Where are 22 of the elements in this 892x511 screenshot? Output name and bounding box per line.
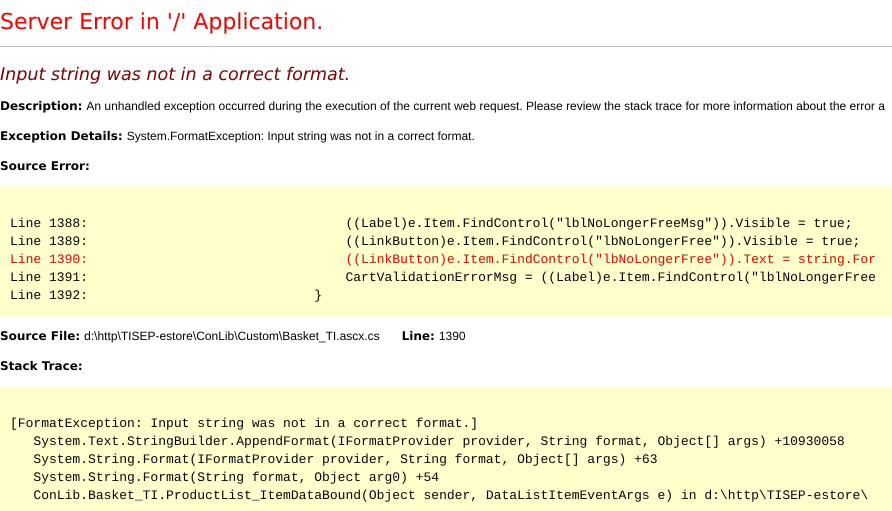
description-text: An unhandled exception occurred during the execution of the current web request. Please review the stack trace for more information about the error a bbox=[86, 99, 885, 113]
stack-trace-line: System.String.Format(String format, Object arg0) +54 bbox=[32, 469, 440, 487]
source-file-path: d:\http\TISEP-estore\ConLib\Custom\Basket_TI.ascx.cs bbox=[84, 329, 380, 343]
error-message: Input string was not in a correct format. bbox=[0, 64, 352, 87]
source-code-line: Line 1388: ((Label)e.Item.FindControl("lblNoLongerFreeMsg")).Visible = true; bbox=[10, 215, 854, 233]
exception-details-text: System.FormatException: Input string was not in a correct format. bbox=[126, 129, 475, 143]
source-error-label: Source Error: bbox=[0, 159, 90, 173]
stack-trace-line: System.String.Format(IFormatProvider provider, String format, Object[] args) +63 bbox=[32, 451, 659, 469]
source-code-line: Line 1391: CartValidationErrorMsg = ((Label)e.Item.FindControl("lblNoLongerFree bbox=[10, 269, 877, 287]
stack-trace-label: Stack Trace: bbox=[0, 359, 83, 373]
page-title: Server Error in '/' Application. bbox=[0, 9, 324, 37]
stack-trace-line: ConLib.Basket_TI.ProductList_ItemDataBound(Object sender, DataListItemEventArgs e) in d:\http\TISEP-estore\ bbox=[32, 487, 870, 505]
line-number: 1390 bbox=[438, 329, 466, 343]
stack-trace-line: [FormatException: Input string was not in a correct format.] bbox=[10, 415, 480, 433]
stack-trace-line: System.Text.StringBuilder.AppendFormat(IFormatProvider provider, String format, Object[] args) +10930058 bbox=[32, 433, 846, 451]
source-code-line: Line 1390: ((LinkButton)e.Item.FindControl("lbNoLongerFree")).Text = string.For bbox=[10, 251, 877, 269]
source-code-line: Line 1389: ((LinkButton)e.Item.FindControl("lbNoLongerFree")).Visible = true; bbox=[10, 233, 862, 251]
description-label: Description: bbox=[0, 99, 82, 113]
exception-details-label: Exception Details: bbox=[0, 129, 123, 143]
source-code-line: Line 1392: } bbox=[10, 287, 324, 305]
source-file-label: Source File: bbox=[0, 329, 80, 343]
line-label: Line: bbox=[402, 329, 435, 343]
